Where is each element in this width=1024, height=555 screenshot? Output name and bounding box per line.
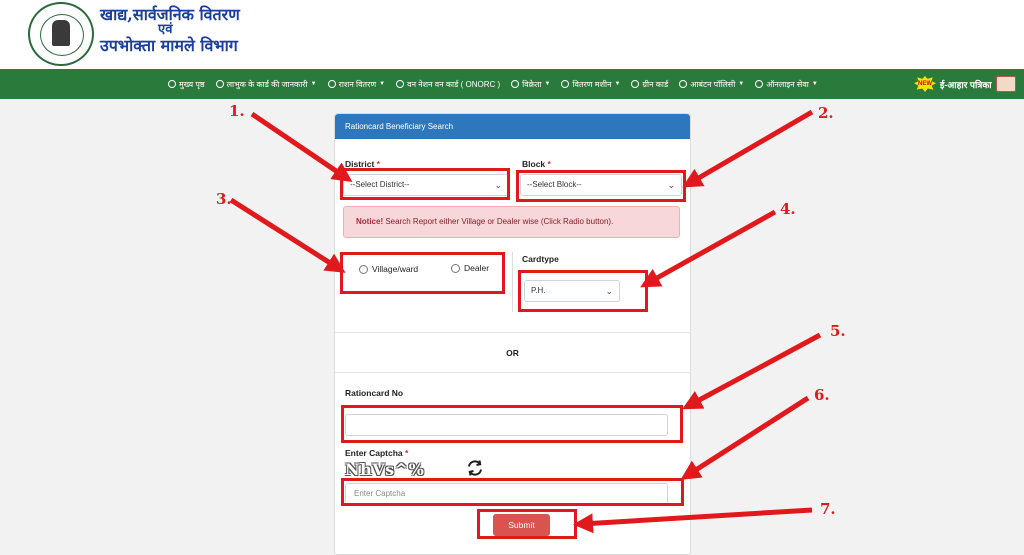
- annotation-arrows: [229, 109, 822, 534]
- annotation-number-5: 5.: [830, 322, 846, 340]
- arrow-3: [229, 197, 346, 273]
- annotation-number-7: 7.: [820, 500, 836, 518]
- annotation-number-1: 1.: [229, 102, 245, 120]
- annotation-number-3: 3.: [216, 190, 232, 208]
- arrow-6: [680, 395, 810, 480]
- arrow-7: [573, 507, 813, 534]
- arrow-4: [640, 209, 777, 288]
- annotation-number-2: 2.: [818, 104, 834, 122]
- arrow-1: [250, 111, 353, 183]
- arrow-5: [682, 332, 822, 410]
- annotation-number-6: 6.: [814, 386, 830, 404]
- annotation-number-4: 4.: [780, 200, 796, 218]
- arrow-2: [682, 109, 814, 188]
